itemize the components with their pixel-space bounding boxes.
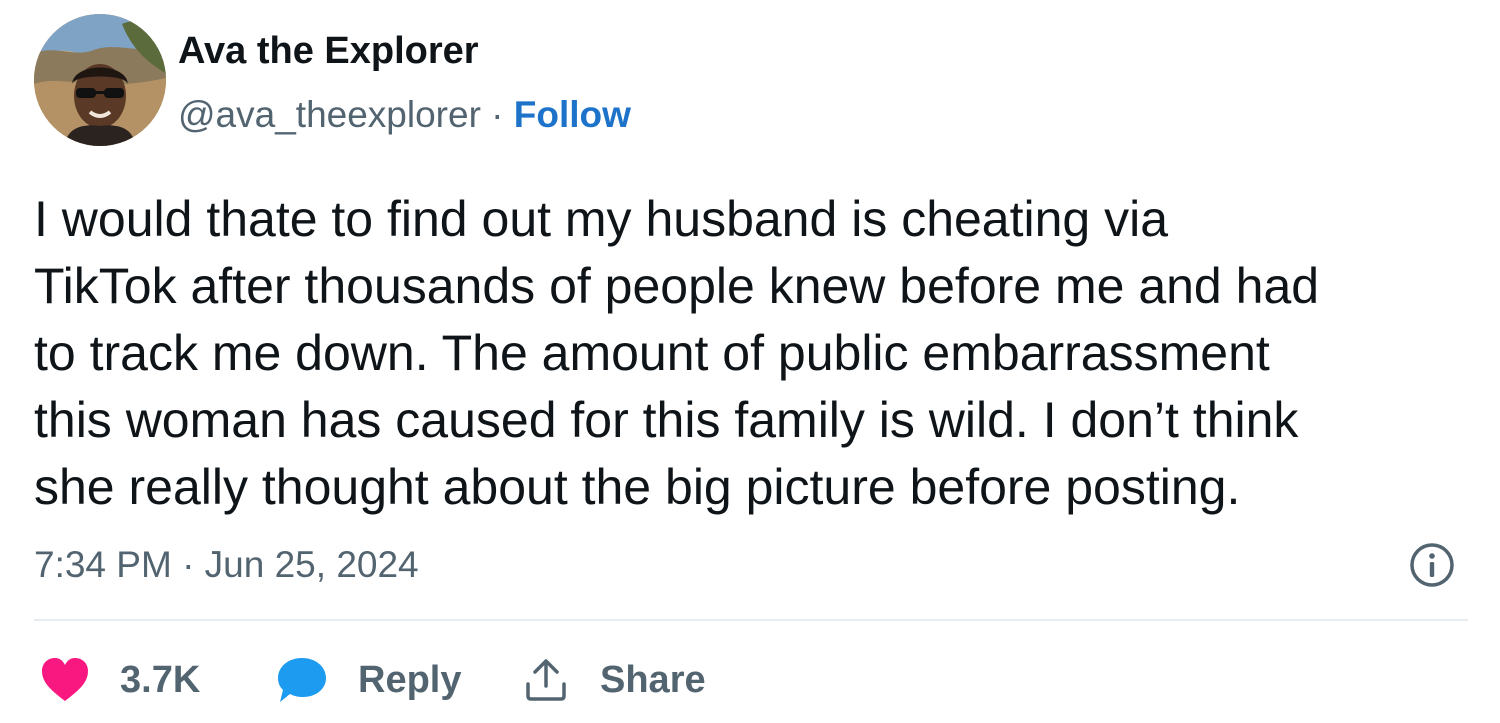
tweet-text-line: I would thate to find out my husband is … (34, 191, 1169, 247)
tweet-text: I would thate to find out my husband is … (34, 186, 1474, 521)
reply-label: Reply (358, 658, 462, 701)
author-handle[interactable]: @ava_theexplorer (178, 94, 481, 135)
share-button[interactable]: Share (522, 640, 706, 720)
tweet-text-line: this woman has caused for this family is… (34, 392, 1299, 448)
reply-button[interactable]: Reply (276, 640, 461, 720)
avatar[interactable] (34, 14, 166, 146)
follow-button[interactable]: Follow (514, 94, 631, 135)
tweet-actions: 3.7K Reply Share (0, 640, 1500, 720)
handle-separator: · (480, 94, 514, 135)
divider (34, 619, 1468, 621)
author-handle-row: @ava_theexplorer · Follow (178, 94, 631, 136)
tweet-text-line: TikTok after thousands of people knew be… (34, 258, 1320, 314)
share-icon (526, 659, 566, 701)
tweet-timestamp[interactable]: 7:34 PM · Jun 25, 2024 (34, 544, 419, 586)
profile-photo-icon (34, 14, 166, 146)
like-count: 3.7K (120, 658, 201, 701)
tweet-text-line: to track me down. The amount of public e… (34, 325, 1270, 381)
tweet-card: Ava the Explorer @ava_theexplorer · Foll… (0, 0, 1500, 723)
share-label: Share (600, 658, 706, 701)
info-icon[interactable] (1408, 541, 1456, 589)
like-button[interactable]: 3.7K (40, 640, 200, 720)
speech-bubble-icon (278, 658, 326, 702)
heart-icon (42, 658, 88, 701)
tweet-text-line: she really thought about the big picture… (34, 459, 1241, 515)
author-display-name[interactable]: Ava the Explorer (178, 30, 479, 73)
